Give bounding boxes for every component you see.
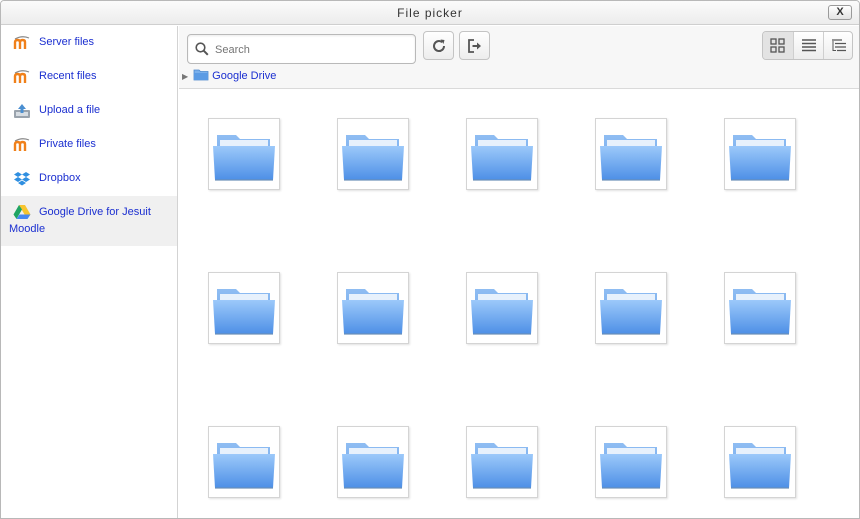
folder-tile[interactable] bbox=[466, 118, 538, 190]
folder-icon bbox=[600, 289, 662, 335]
folder-tile[interactable] bbox=[595, 272, 667, 344]
close-icon: X bbox=[836, 6, 844, 18]
folder-icon bbox=[213, 135, 275, 181]
google-drive-icon bbox=[13, 205, 31, 219]
view-switcher bbox=[762, 31, 853, 60]
file-picker-dialog: File picker X Server files Recent files … bbox=[0, 0, 860, 519]
list-view-icon bbox=[802, 39, 816, 52]
moodle-icon bbox=[13, 70, 30, 83]
sidebar-item-google-drive[interactable]: Google Drive for Jesuit Moodle bbox=[1, 196, 177, 246]
list-view-button[interactable] bbox=[793, 32, 823, 59]
tree-view-icon bbox=[832, 39, 846, 52]
folder-tile[interactable] bbox=[724, 272, 796, 344]
refresh-icon bbox=[433, 39, 446, 52]
sidebar-item-label: Recent files bbox=[39, 70, 97, 82]
folder-icon bbox=[729, 443, 791, 489]
folder-icon bbox=[600, 135, 662, 181]
logout-button[interactable] bbox=[459, 31, 490, 60]
sidebar-item-private-files[interactable]: Private files bbox=[1, 128, 177, 162]
file-browser: ▶ Google Drive bbox=[179, 26, 859, 518]
sidebar-item-label: Upload a file bbox=[39, 104, 101, 116]
folder-tile[interactable] bbox=[466, 272, 538, 344]
folder-tile[interactable] bbox=[466, 426, 538, 498]
sidebar-item-label: Server files bbox=[39, 36, 95, 48]
folder-tile[interactable] bbox=[595, 426, 667, 498]
folder-tile[interactable] bbox=[337, 426, 409, 498]
sidebar-item-upload-a-file[interactable]: Upload a file bbox=[1, 94, 177, 128]
toolbar: ▶ Google Drive bbox=[179, 26, 859, 89]
sidebar-item-recent-files[interactable]: Recent files bbox=[1, 60, 177, 94]
folder-icon bbox=[193, 69, 209, 81]
search-icon bbox=[195, 42, 209, 56]
sidebar-item-label: Dropbox bbox=[39, 172, 81, 184]
folder-tile[interactable] bbox=[208, 118, 280, 190]
grid-view-icon bbox=[770, 38, 785, 53]
title-bar: File picker X bbox=[1, 1, 859, 25]
breadcrumb-google-drive[interactable]: Google Drive bbox=[212, 70, 276, 82]
dropbox-icon bbox=[14, 172, 30, 186]
folder-tile[interactable] bbox=[724, 118, 796, 190]
refresh-button[interactable] bbox=[423, 31, 454, 60]
search-box[interactable] bbox=[187, 34, 416, 64]
icon-view-button[interactable] bbox=[763, 32, 793, 59]
folder-icon bbox=[213, 289, 275, 335]
folder-tile[interactable] bbox=[595, 118, 667, 190]
sidebar-item-server-files[interactable]: Server files bbox=[1, 26, 177, 60]
tree-view-button[interactable] bbox=[823, 32, 852, 59]
logout-icon bbox=[468, 39, 481, 53]
close-button[interactable]: X bbox=[828, 5, 852, 20]
folder-icon bbox=[471, 443, 533, 489]
upload-icon bbox=[14, 104, 30, 118]
folder-tile[interactable] bbox=[208, 426, 280, 498]
search-input[interactable] bbox=[213, 41, 408, 59]
folder-grid bbox=[208, 118, 828, 518]
folder-tile[interactable] bbox=[337, 272, 409, 344]
folder-icon bbox=[342, 289, 404, 335]
breadcrumb: ▶ Google Drive bbox=[182, 68, 276, 84]
folder-tile[interactable] bbox=[208, 272, 280, 344]
folder-icon bbox=[471, 135, 533, 181]
breadcrumb-arrow-icon: ▶ bbox=[182, 72, 189, 81]
moodle-icon bbox=[13, 36, 30, 49]
folder-icon bbox=[342, 443, 404, 489]
folder-icon bbox=[729, 135, 791, 181]
folder-tile[interactable] bbox=[337, 118, 409, 190]
moodle-icon bbox=[13, 138, 30, 151]
folder-icon bbox=[213, 443, 275, 489]
sidebar-item-label: Private files bbox=[39, 138, 96, 150]
folder-icon bbox=[471, 289, 533, 335]
repository-sidebar: Server files Recent files Upload a file … bbox=[1, 26, 178, 518]
sidebar-item-dropbox[interactable]: Dropbox bbox=[1, 162, 177, 196]
dialog-title: File picker bbox=[397, 6, 463, 20]
folder-tile[interactable] bbox=[724, 426, 796, 498]
folder-icon bbox=[729, 289, 791, 335]
folder-icon bbox=[342, 135, 404, 181]
folder-icon bbox=[600, 443, 662, 489]
